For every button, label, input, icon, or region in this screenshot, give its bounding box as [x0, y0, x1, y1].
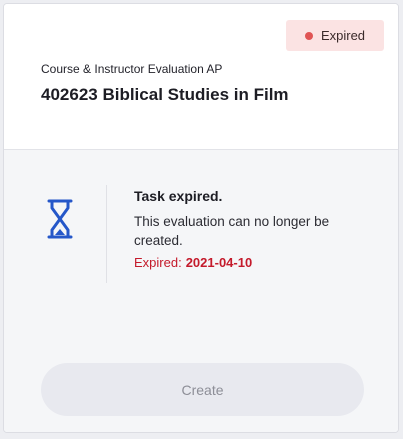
status-badge-label: Expired	[320, 28, 366, 43]
card-header: Expired Course & Instructor Evaluation A…	[4, 4, 398, 150]
evaluation-card: Expired Course & Instructor Evaluation A…	[3, 3, 399, 433]
hourglass-icon	[47, 199, 73, 239]
expired-date-line: Expired: 2021-04-10	[134, 255, 252, 270]
card-subtitle: Course & Instructor Evaluation AP	[41, 62, 223, 76]
status-dot-icon	[304, 31, 313, 40]
status-badge: Expired	[286, 20, 384, 51]
expired-label: Expired:	[134, 255, 182, 270]
card-body: Task expired. This evaluation can no lon…	[4, 150, 398, 432]
task-status-title: Task expired.	[134, 188, 223, 204]
vertical-divider	[106, 185, 107, 283]
card-title: 402623 Biblical Studies in Film	[41, 85, 289, 104]
task-description: This evaluation can no longer be created…	[134, 214, 330, 248]
create-button[interactable]: Create	[41, 363, 364, 416]
expired-date: 2021-04-10	[185, 255, 253, 270]
